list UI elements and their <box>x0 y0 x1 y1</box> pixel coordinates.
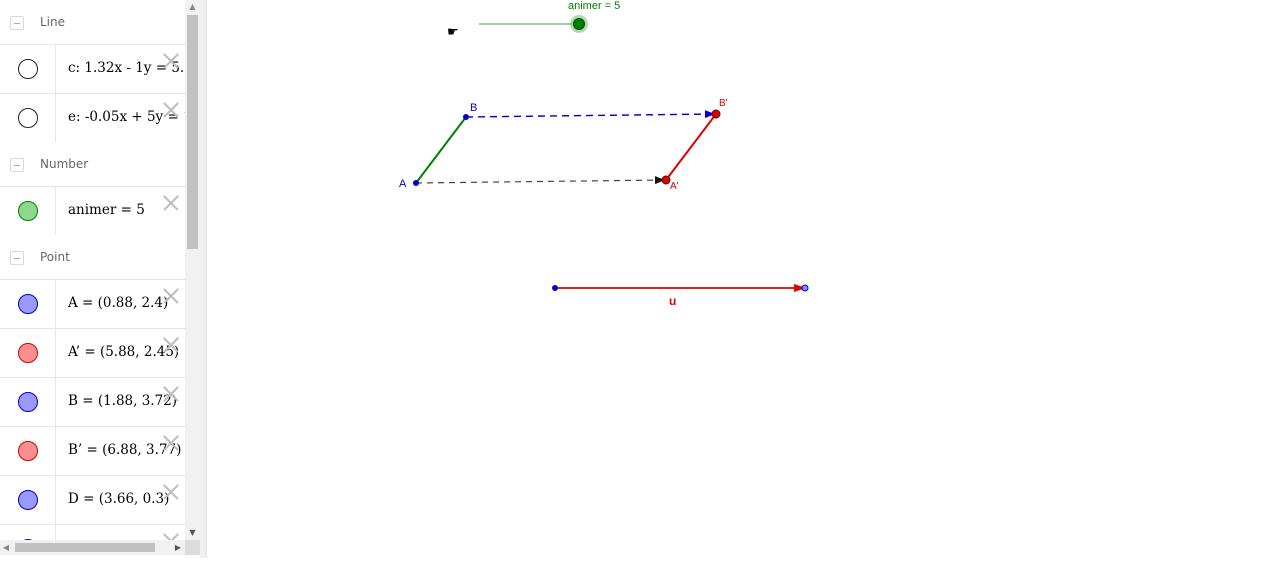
visibility-cell <box>0 187 56 235</box>
algebra-object-definition[interactable]: D = (3.66, 0.3) <box>68 491 169 507</box>
vector-u-end-point[interactable] <box>801 284 809 292</box>
delete-object-icon[interactable] <box>162 483 180 501</box>
algebra-group-header: Number <box>0 142 185 186</box>
visibility-cell <box>0 525 56 540</box>
algebra-row[interactable]: A’ = (5.88, 2.45) <box>0 328 185 377</box>
slider-label: animer = 5 <box>568 0 620 12</box>
visibility-toggle-icon[interactable] <box>18 201 38 221</box>
algebra-row[interactable]: animer = 5 <box>0 186 185 235</box>
algebra-group-header: Point <box>0 235 185 279</box>
visibility-cell <box>0 378 56 426</box>
vector-u-start-point[interactable] <box>552 285 558 291</box>
label-u: u <box>669 294 676 308</box>
algebra-view: Line c: 1.32x - 1y = 5.32e: -0.05x + 5y =… <box>0 0 185 540</box>
algebra-group-label: Point <box>40 250 70 264</box>
algebra-row[interactable]: e: -0.05x + 5y = 11 <box>0 93 185 142</box>
algebra-object-definition[interactable]: A = (0.88, 2.4) <box>68 295 168 311</box>
vertical-scrollbar[interactable]: ▲ ▼ <box>185 0 200 540</box>
slider-handle[interactable] <box>573 18 585 30</box>
horizontal-scrollbar[interactable]: ◀ ▶ <box>0 540 185 555</box>
panel-splitter[interactable] <box>200 0 207 558</box>
delete-object-icon[interactable] <box>162 434 180 452</box>
point-Bprime[interactable] <box>711 109 721 119</box>
visibility-toggle-icon[interactable] <box>18 294 38 314</box>
visibility-toggle-icon[interactable] <box>18 343 38 363</box>
graphics-view[interactable]: animer = 5 ☛ A B A' B' u <box>207 0 1280 558</box>
delete-object-icon[interactable] <box>162 385 180 403</box>
vector-B-to-Bprime[interactable] <box>465 110 715 119</box>
visibility-cell <box>0 45 56 93</box>
visibility-cell <box>0 280 56 328</box>
scroll-down-arrow-icon[interactable]: ▼ <box>185 526 200 540</box>
point-A[interactable] <box>413 180 419 186</box>
label-B: B <box>470 102 477 114</box>
delete-object-icon[interactable] <box>162 101 180 119</box>
algebra-row[interactable]: B’ = (6.88, 3.77) <box>0 426 185 475</box>
label-Aprime: A' <box>670 181 679 192</box>
point-Aprime[interactable] <box>661 175 671 185</box>
delete-object-icon[interactable] <box>162 336 180 354</box>
segment-AprimeBprime[interactable] <box>665 113 717 181</box>
collapse-group-icon[interactable] <box>10 158 24 172</box>
collapse-group-icon[interactable] <box>10 251 24 265</box>
vector-A-to-Aprime[interactable] <box>415 176 665 185</box>
scroll-up-arrow-icon[interactable]: ▲ <box>185 0 200 14</box>
delete-object-icon[interactable] <box>162 287 180 305</box>
point-B[interactable] <box>463 114 469 120</box>
visibility-toggle-icon[interactable] <box>18 59 38 79</box>
algebra-group-label: Number <box>40 157 89 171</box>
algebra-group-header: Line <box>0 0 185 44</box>
label-A: A <box>399 178 407 190</box>
algebra-row[interactable]: B = (1.88, 3.72) <box>0 377 185 426</box>
visibility-cell <box>0 427 56 475</box>
scrollbar-corner <box>185 540 200 555</box>
visibility-toggle-icon[interactable] <box>18 441 38 461</box>
vertical-scroll-thumb[interactable] <box>187 15 198 249</box>
visibility-toggle-icon[interactable] <box>18 490 38 510</box>
collapse-group-icon[interactable] <box>10 16 24 30</box>
label-Bprime: B' <box>719 98 728 109</box>
visibility-toggle-icon[interactable] <box>18 392 38 412</box>
algebra-object-definition[interactable]: animer = 5 <box>68 202 145 218</box>
algebra-row[interactable]: c: 1.32x - 1y = 5.32 <box>0 44 185 93</box>
scroll-right-arrow-icon[interactable]: ▶ <box>171 540 185 555</box>
visibility-toggle-icon[interactable] <box>18 108 38 128</box>
algebra-row[interactable]: D = (3.66, 0.3) <box>0 475 185 524</box>
visibility-cell <box>0 476 56 524</box>
visibility-cell <box>0 94 56 142</box>
algebra-object-definition[interactable]: B = (1.88, 3.72) <box>68 393 177 409</box>
visibility-cell <box>0 329 56 377</box>
animer-slider[interactable]: animer = 5 <box>479 0 620 33</box>
horizontal-scroll-thumb[interactable] <box>15 543 155 552</box>
segment-AB[interactable] <box>415 116 467 184</box>
algebra-row[interactable] <box>0 524 185 540</box>
delete-object-icon[interactable] <box>162 532 180 540</box>
scroll-left-arrow-icon[interactable]: ◀ <box>0 540 12 555</box>
delete-object-icon[interactable] <box>162 52 180 70</box>
algebra-row[interactable]: A = (0.88, 2.4) <box>0 279 185 328</box>
delete-object-icon[interactable] <box>162 194 180 212</box>
algebra-group-label: Line <box>40 15 66 29</box>
hand-pointer-icon: ☛ <box>447 24 459 39</box>
